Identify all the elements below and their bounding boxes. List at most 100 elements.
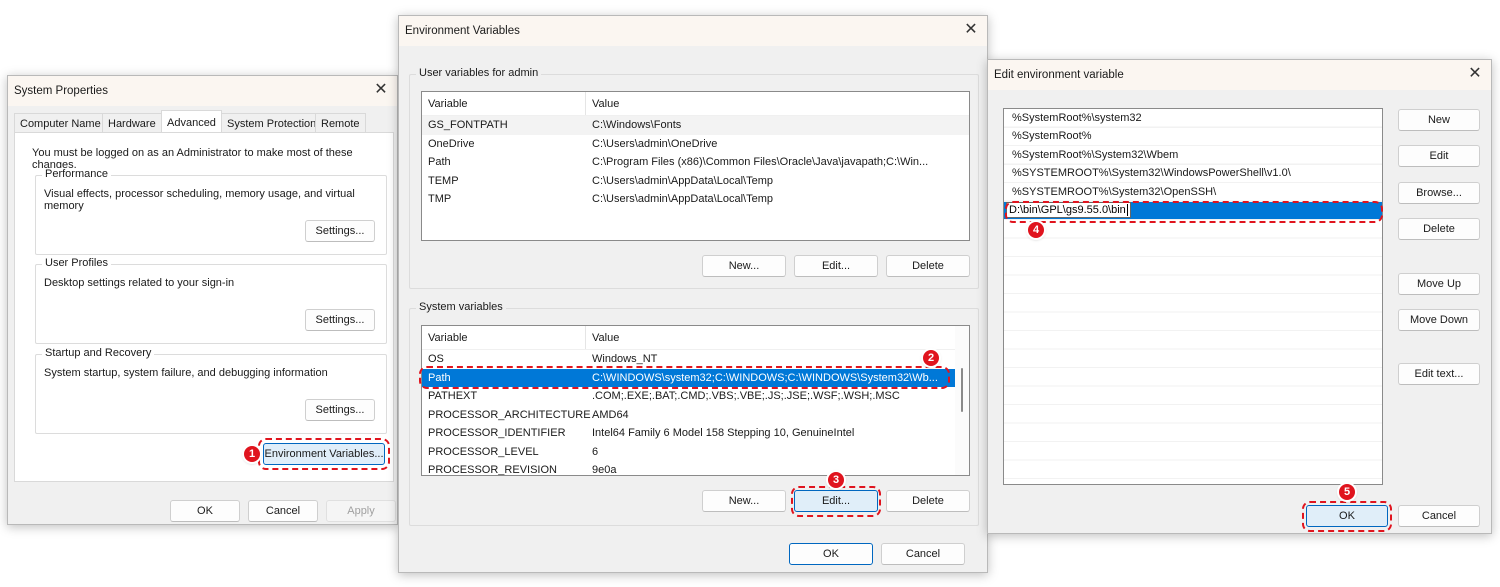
step-badge: 5 — [1339, 484, 1355, 500]
group-description: Desktop settings related to your sign-in — [44, 277, 235, 289]
edit-button[interactable]: Edit — [1398, 145, 1480, 167]
move-down-button[interactable]: Move Down — [1398, 309, 1480, 331]
variable-value: C:\Users\admin\AppData\Local\Temp — [592, 193, 773, 206]
user-profiles-group: User Profiles Desktop settings related t… — [35, 257, 387, 344]
cancel-button[interactable]: Cancel — [248, 500, 318, 522]
tab-hardware[interactable]: Hardware — [102, 113, 162, 133]
user-delete-button[interactable]: Delete — [886, 255, 970, 277]
close-icon[interactable]: ✕ — [961, 20, 981, 40]
step-badge: 4 — [1028, 222, 1044, 238]
user-edit-button[interactable]: Edit... — [794, 255, 878, 277]
titlebar: Environment Variables ✕ — [399, 16, 987, 46]
apply-button[interactable]: Apply — [326, 500, 396, 522]
variable-value: C:\Users\admin\OneDrive — [592, 137, 718, 150]
table-row[interactable]: GS_FONTPATH C:\Windows\Fonts — [422, 116, 969, 135]
tab-panel: You must be logged on as an Administrato… — [14, 132, 394, 482]
performance-settings-button[interactable]: Settings... — [305, 220, 375, 242]
path-entry[interactable]: %SystemRoot%\System32\Wbem — [1004, 146, 1382, 165]
group-description: System startup, system failure, and debu… — [44, 367, 328, 379]
table-row[interactable]: PATHEXT .COM;.EXE;.BAT;.CMD;.VBS;.VBE;.JS… — [422, 387, 955, 406]
path-entry[interactable]: %SYSTEMROOT%\System32\OpenSSH\ — [1004, 183, 1382, 202]
system-new-button[interactable]: New... — [702, 490, 786, 512]
step-highlight — [258, 438, 390, 470]
variable-name: PROCESSOR_IDENTIFIER — [428, 427, 566, 440]
ok-button[interactable]: OK — [789, 543, 873, 565]
dialog-title: Edit environment variable — [994, 69, 1124, 81]
variable-name: TEMP — [428, 174, 459, 187]
table-row[interactable]: PROCESSOR_REVISION 9e0a — [422, 461, 955, 476]
cancel-button[interactable]: Cancel — [1398, 505, 1480, 527]
step-highlight — [419, 366, 950, 389]
variable-name: PROCESSOR_REVISION — [428, 464, 557, 476]
group-description: Visual effects, processor scheduling, me… — [44, 188, 355, 212]
titlebar: Edit environment variable ✕ — [988, 60, 1491, 90]
table-row[interactable]: PROCESSOR_ARCHITECTURE AMD64 — [422, 406, 955, 425]
system-delete-button[interactable]: Delete — [886, 490, 970, 512]
new-button[interactable]: New — [1398, 109, 1480, 131]
user-variables-list[interactable]: Variable Value GS_FONTPATH C:\Windows\Fon… — [421, 91, 970, 241]
path-entry[interactable]: %SystemRoot%\system32 — [1004, 109, 1382, 128]
column-header-value[interactable]: Value — [586, 98, 969, 110]
variable-value: AMD64 — [592, 408, 629, 421]
path-entry[interactable]: %SYSTEMROOT%\System32\WindowsPowerShell\… — [1004, 165, 1382, 183]
variable-name: GS_FONTPATH — [428, 119, 508, 132]
move-up-button[interactable]: Move Up — [1398, 273, 1480, 295]
variable-name: PROCESSOR_LEVEL — [428, 445, 539, 458]
variable-value: Intel64 Family 6 Model 158 Stepping 10, … — [592, 427, 855, 440]
environment-variables-dialog: Environment Variables ✕ User variables f… — [398, 15, 988, 573]
scrollbar[interactable] — [955, 326, 969, 475]
tab-computer-name[interactable]: Computer Name — [14, 113, 107, 133]
system-properties-dialog: System Properties ✕ Computer Name Hardwa… — [7, 75, 398, 525]
delete-button[interactable]: Delete — [1398, 218, 1480, 240]
variable-name: TMP — [428, 193, 452, 206]
cancel-button[interactable]: Cancel — [881, 543, 965, 565]
variable-value: C:\Program Files (x86)\Common Files\Orac… — [592, 156, 929, 169]
list-header: Variable Value — [422, 92, 969, 116]
table-row[interactable]: TMP C:\Users\admin\AppData\Local\Temp — [422, 190, 969, 209]
table-row[interactable]: PROCESSOR_LEVEL 6 — [422, 443, 955, 462]
variable-value: C:\Windows\Fonts — [592, 119, 682, 132]
table-row[interactable]: Path C:\Program Files (x86)\Common Files\… — [422, 153, 969, 172]
variable-name: OS — [428, 353, 444, 366]
system-variables-group: System variables Variable Value OS Window… — [409, 301, 979, 526]
dialog-title: Environment Variables — [405, 25, 520, 37]
step-badge: 1 — [244, 446, 260, 462]
startup-recovery-settings-button[interactable]: Settings... — [305, 399, 375, 421]
path-entry[interactable]: %SystemRoot% — [1004, 128, 1382, 146]
table-row[interactable]: TEMP C:\Users\admin\AppData\Local\Temp — [422, 172, 969, 191]
user-new-button[interactable]: New... — [702, 255, 786, 277]
ok-button[interactable]: OK — [170, 500, 240, 522]
tab-label: Advanced — [167, 116, 216, 129]
close-icon[interactable]: ✕ — [371, 80, 391, 100]
column-header-variable[interactable]: Variable — [422, 326, 586, 349]
edit-text-button[interactable]: Edit text... — [1398, 363, 1480, 385]
table-row[interactable]: PROCESSOR_IDENTIFIER Intel64 Family 6 Mod… — [422, 424, 955, 443]
tab-advanced[interactable]: Advanced — [161, 110, 222, 134]
variable-name: Path — [428, 156, 451, 169]
path-entries-list[interactable]: %SystemRoot%\system32 %SystemRoot% %System… — [1003, 108, 1383, 485]
system-variables-list[interactable]: Variable Value OS Windows_NT Path C:\WINDOW… — [421, 325, 970, 476]
list-header: Variable Value — [422, 326, 969, 350]
path-entry-rows: %SystemRoot%\system32 %SystemRoot% %System… — [1004, 109, 1382, 202]
tab-system-protection[interactable]: System Protection — [221, 113, 323, 133]
step-highlight — [1005, 201, 1383, 223]
table-row[interactable]: OneDrive C:\Users\admin\OneDrive — [422, 135, 969, 154]
tab-label: Hardware — [108, 117, 156, 130]
user-profiles-settings-button[interactable]: Settings... — [305, 309, 375, 331]
browse-button[interactable]: Browse... — [1398, 182, 1480, 204]
titlebar: System Properties ✕ — [8, 76, 397, 106]
tab-remote[interactable]: Remote — [315, 113, 366, 133]
step-badge: 2 — [923, 350, 939, 366]
variable-name: PROCESSOR_ARCHITECTURE — [428, 408, 591, 421]
tab-label: Remote — [321, 117, 360, 130]
variable-name: PATHEXT — [428, 390, 478, 403]
scrollbar-thumb[interactable] — [961, 368, 963, 412]
step-highlight — [791, 486, 881, 517]
tab-label: Computer Name — [20, 117, 101, 130]
tab-strip: Computer Name Hardware Advanced System P… — [14, 110, 394, 134]
column-header-value[interactable]: Value — [586, 332, 969, 344]
close-icon[interactable]: ✕ — [1465, 64, 1485, 84]
column-header-variable[interactable]: Variable — [422, 92, 586, 115]
variable-value: C:\Users\admin\AppData\Local\Temp — [592, 174, 773, 187]
step-highlight — [1302, 501, 1392, 532]
